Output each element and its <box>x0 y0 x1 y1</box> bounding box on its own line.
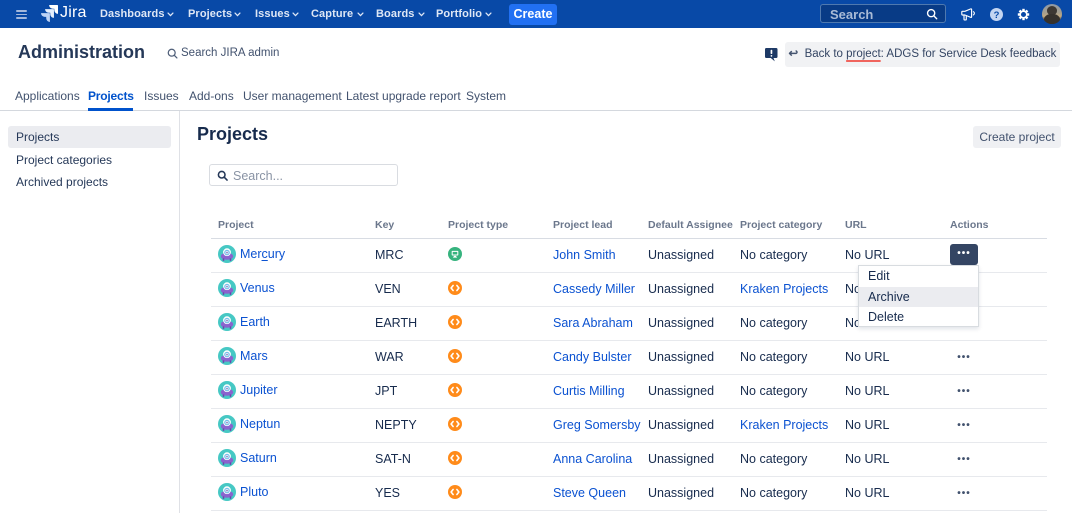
svg-text:?: ? <box>994 10 1000 21</box>
